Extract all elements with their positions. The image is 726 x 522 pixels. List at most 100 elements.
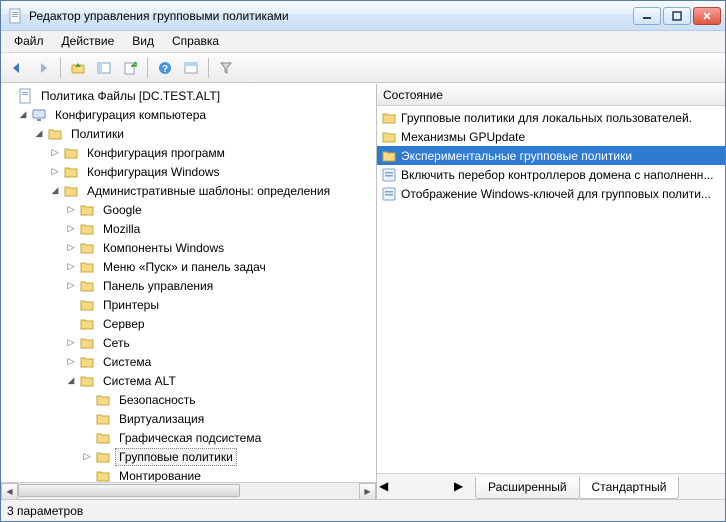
- svg-text:?: ?: [162, 64, 168, 75]
- scroll-left-button[interactable]: ◀: [379, 479, 394, 494]
- list-item[interactable]: Групповые политики для локальных пользов…: [377, 108, 725, 127]
- maximize-button[interactable]: [663, 7, 691, 25]
- list-label: Групповые политики для локальных пользов…: [401, 111, 692, 125]
- scroll-left-button[interactable]: ◀: [1, 483, 18, 500]
- tree-item[interactable]: ▷Google: [1, 200, 376, 219]
- tree-label: Сервер: [99, 315, 149, 333]
- blank-expander: [81, 413, 93, 425]
- tree-item[interactable]: Сервер: [1, 314, 376, 333]
- arrow-right-icon: [35, 60, 51, 76]
- export-button[interactable]: [118, 56, 142, 80]
- folder-icon: [79, 221, 95, 237]
- list-item[interactable]: Включить перебор контроллеров домена с н…: [377, 165, 725, 184]
- expander-closed-icon[interactable]: ▷: [65, 280, 77, 292]
- tree-label: Mozilla: [99, 220, 144, 238]
- expander-closed-icon[interactable]: ▷: [49, 166, 61, 178]
- expander-closed-icon[interactable]: ▷: [65, 356, 77, 368]
- list-item-selected[interactable]: Экспериментальные групповые политики: [377, 146, 725, 165]
- folder-icon: [95, 392, 111, 408]
- tree-item[interactable]: ◢Административные шаблоны: определения: [1, 181, 376, 200]
- tree-item[interactable]: ▷ Сеть: [1, 333, 376, 352]
- minimize-button[interactable]: [633, 7, 661, 25]
- scroll-track[interactable]: [18, 483, 359, 500]
- tree-item[interactable]: Виртуализация: [1, 409, 376, 428]
- list-item[interactable]: Отображение Windows-ключей для групповых…: [377, 184, 725, 203]
- expander-closed-icon[interactable]: ▷: [65, 223, 77, 235]
- tab-standard[interactable]: Стандартный: [579, 477, 680, 499]
- menu-file[interactable]: Файл: [5, 31, 53, 52]
- expander-closed-icon[interactable]: ▷: [49, 147, 61, 159]
- column-label: Состояние: [383, 88, 443, 102]
- scroll-right-button[interactable]: ▶: [359, 483, 376, 500]
- scroll-thumb[interactable]: [18, 484, 240, 497]
- list-label: Включить перебор контроллеров домена с н…: [401, 168, 713, 182]
- tree-item[interactable]: ◢Система ALT: [1, 371, 376, 390]
- expander-closed-icon[interactable]: ▷: [65, 204, 77, 216]
- tree-item[interactable]: ▷Панель управления: [1, 276, 376, 295]
- up-button[interactable]: [66, 56, 90, 80]
- app-window: Редактор управления групповыми политикам…: [0, 0, 726, 522]
- expander-closed-icon[interactable]: ▷: [81, 451, 93, 463]
- tree-label: Графическая подсистема: [115, 429, 265, 447]
- list-label: Механизмы GPUpdate: [401, 130, 525, 144]
- expander-closed-icon[interactable]: ▷: [65, 242, 77, 254]
- list-hscrollbar[interactable]: ◀ ▶: [379, 478, 469, 495]
- expander-open-icon[interactable]: ◢: [49, 185, 61, 197]
- forward-button[interactable]: [31, 56, 55, 80]
- list-pane: Состояние Групповые политики для локальн…: [377, 84, 725, 499]
- folder-icon: [381, 129, 397, 145]
- status-text: 3 параметров: [7, 504, 83, 518]
- folder-icon: [79, 373, 95, 389]
- tree-item[interactable]: ▷Компоненты Windows: [1, 238, 376, 257]
- scroll-right-button[interactable]: ▶: [454, 479, 469, 494]
- expander-open-icon[interactable]: ◢: [65, 375, 77, 387]
- tree-label: Принтеры: [99, 296, 163, 314]
- tree-view[interactable]: Политика Файлы [DC.TEST.ALT] ◢Конфигурац…: [1, 84, 376, 482]
- menu-view[interactable]: Вид: [123, 31, 163, 52]
- tree-item[interactable]: ◢Политики: [1, 124, 376, 143]
- tab-label: Стандартный: [592, 480, 667, 494]
- tree-item-selected[interactable]: ▷Групповые политики: [1, 447, 376, 466]
- scroll-thumb[interactable]: [394, 479, 434, 490]
- titlebar[interactable]: Редактор управления групповыми политикам…: [1, 1, 725, 31]
- menu-action[interactable]: Действие: [53, 31, 124, 52]
- show-hide-tree-button[interactable]: [92, 56, 116, 80]
- scroll-track[interactable]: [394, 479, 454, 494]
- expander-open-icon[interactable]: ◢: [17, 109, 29, 121]
- blank-expander: [81, 470, 93, 482]
- tree-item[interactable]: ▷ Mozilla: [1, 219, 376, 238]
- tree-item[interactable]: Безопасность: [1, 390, 376, 409]
- list-view[interactable]: Групповые политики для локальных пользов…: [377, 106, 725, 473]
- tree-item[interactable]: ▷Система: [1, 352, 376, 371]
- chevron-right-icon[interactable]: [3, 90, 15, 102]
- menubar: Файл Действие Вид Справка: [1, 31, 725, 53]
- folder-icon: [95, 411, 111, 427]
- tree-item[interactable]: Монтирование: [1, 466, 376, 482]
- back-button[interactable]: [5, 56, 29, 80]
- list-column-header[interactable]: Состояние: [377, 84, 725, 106]
- blank-expander: [81, 394, 93, 406]
- tree-root[interactable]: Политика Файлы [DC.TEST.ALT]: [1, 86, 376, 105]
- filter-button[interactable]: [214, 56, 238, 80]
- folder-icon: [47, 126, 63, 142]
- expander-closed-icon[interactable]: ▷: [65, 337, 77, 349]
- tree-hscrollbar[interactable]: ◀ ▶: [1, 482, 376, 499]
- help-button[interactable]: ?: [153, 56, 177, 80]
- tree-label: Сеть: [99, 334, 134, 352]
- list-item[interactable]: Механизмы GPUpdate: [377, 127, 725, 146]
- folder-icon: [79, 316, 95, 332]
- tree-item[interactable]: ◢Конфигурация компьютера: [1, 105, 376, 124]
- properties-button[interactable]: [179, 56, 203, 80]
- tree-item[interactable]: ▷Конфигурация программ: [1, 143, 376, 162]
- tree-item[interactable]: ▷Конфигурация Windows: [1, 162, 376, 181]
- expander-closed-icon[interactable]: ▷: [65, 261, 77, 273]
- tab-extended[interactable]: Расширенный: [475, 477, 580, 499]
- tree-item[interactable]: Графическая подсистема: [1, 428, 376, 447]
- folder-icon: [79, 335, 95, 351]
- tree-item[interactable]: Принтеры: [1, 295, 376, 314]
- tree-item[interactable]: ▷Меню «Пуск» и панель задач: [1, 257, 376, 276]
- menu-help[interactable]: Справка: [163, 31, 228, 52]
- expander-open-icon[interactable]: ◢: [33, 128, 45, 140]
- folder-icon: [95, 468, 111, 483]
- close-button[interactable]: [693, 7, 721, 25]
